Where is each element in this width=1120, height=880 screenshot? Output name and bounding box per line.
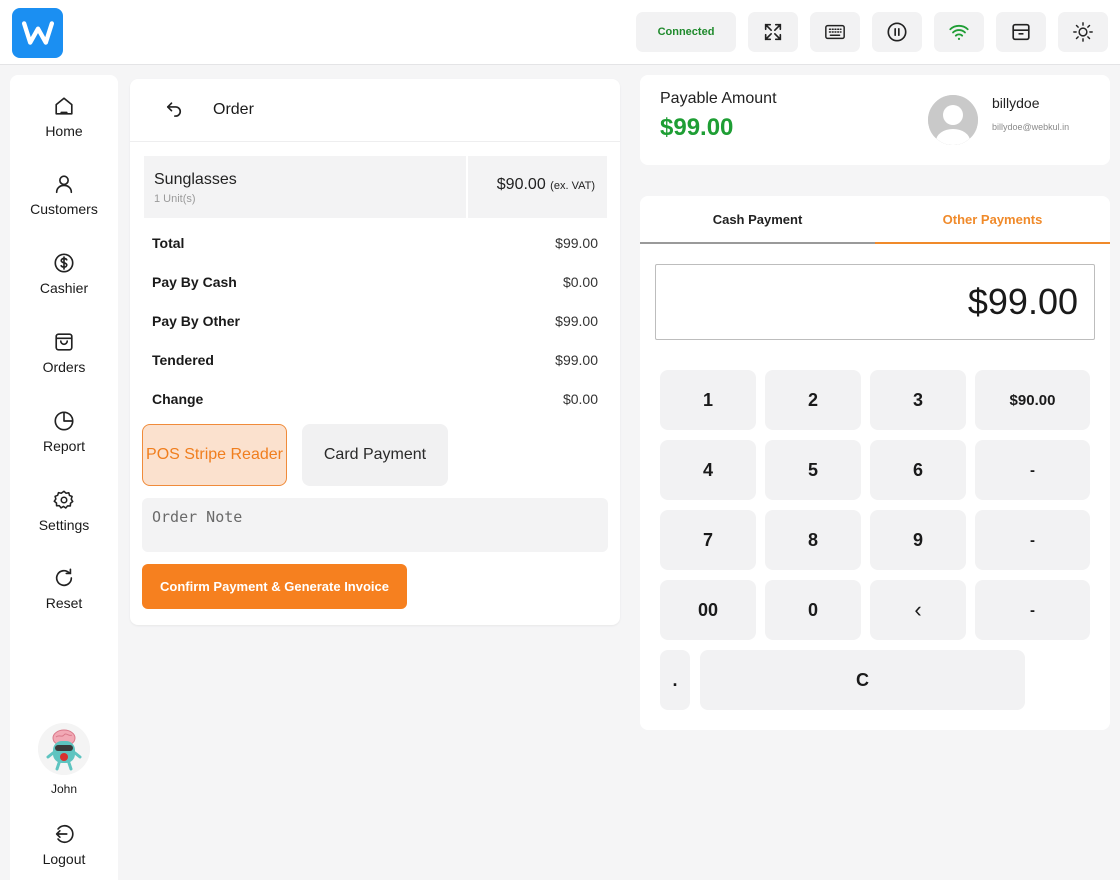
item-vat-note: (ex. VAT) [550, 180, 595, 192]
keyboard-button[interactable] [810, 12, 860, 52]
summary-pay-by-other-value: $99.00 [555, 313, 598, 329]
sidebar-item-label: Cashier [39, 280, 89, 296]
gear-icon [53, 490, 74, 509]
payment-amount-input[interactable] [655, 264, 1095, 340]
item-divider [466, 156, 468, 218]
home-icon [55, 97, 73, 115]
refresh-icon [55, 568, 73, 587]
order-item-row[interactable]: Sunglasses 1 Unit(s) $90.00 (ex. VAT) [144, 156, 607, 218]
sidebar-item-label: Home [45, 123, 83, 139]
tab-cash-payment[interactable]: Cash Payment [640, 196, 875, 244]
sidebar-item-label: Reset [45, 595, 83, 611]
sidebar-item-label: Orders [42, 359, 86, 375]
sidebar-item-cashier[interactable]: Cashier [10, 252, 118, 312]
sidebar-item-orders[interactable]: Orders [10, 331, 118, 391]
sidebar-item-report[interactable]: Report [10, 410, 118, 470]
sidebar-item-reset[interactable]: Reset [10, 567, 118, 627]
top-bar: Connected [0, 0, 1120, 65]
fullscreen-button[interactable] [748, 12, 798, 52]
item-price: $90.00 (ex. VAT) [497, 176, 595, 194]
wifi-icon [949, 24, 969, 40]
summary-total-label: Total [152, 235, 185, 251]
user-placeholder-icon [928, 95, 978, 145]
keypad-key-1[interactable]: 1 [660, 370, 756, 430]
sidebar: Home Customers Cashier Orders Report Set… [10, 75, 118, 880]
user-avatar[interactable] [38, 723, 90, 775]
payable-card: Payable Amount $99.00 billydoe billydoe@… [640, 75, 1110, 165]
bag-icon [55, 333, 73, 351]
keypad-key-00[interactable]: 00 [660, 580, 756, 640]
customer-avatar [928, 95, 978, 145]
keyboard-icon [825, 24, 845, 40]
keypad-dash-key[interactable]: - [975, 580, 1090, 640]
keypad-key-9[interactable]: 9 [870, 510, 966, 570]
customer-email: billydoe@webkul.in [992, 122, 1070, 132]
payment-card: Cash Payment Other Payments 1 2 3 $90.00… [640, 196, 1110, 730]
keypad-key-7[interactable]: 7 [660, 510, 756, 570]
pie-chart-icon [54, 411, 74, 431]
keypad-clear-key[interactable]: C [700, 650, 1025, 710]
sidebar-item-label: Settings [38, 517, 90, 533]
user-name: John [50, 782, 78, 796]
back-arrow-icon[interactable] [164, 99, 184, 119]
keypad-key-3[interactable]: 3 [870, 370, 966, 430]
wifi-button[interactable] [934, 12, 984, 52]
pause-button[interactable] [872, 12, 922, 52]
logout-button[interactable]: Logout [10, 823, 118, 880]
keypad-key-2[interactable]: 2 [765, 370, 861, 430]
avatar-illustration-icon [38, 723, 90, 775]
sun-icon [1073, 22, 1093, 42]
connection-status-badge: Connected [636, 12, 736, 52]
sidebar-item-home[interactable]: Home [10, 95, 118, 155]
sidebar-item-label: Report [42, 438, 86, 454]
order-note-input[interactable] [142, 498, 608, 552]
keypad-backspace-key[interactable]: ‹ [870, 580, 966, 640]
cash-drawer-button[interactable] [996, 12, 1046, 52]
keypad-decimal-key[interactable]: . [660, 650, 690, 710]
keypad-dash-key[interactable]: - [975, 440, 1090, 500]
keypad-key-8[interactable]: 8 [765, 510, 861, 570]
keypad-key-0[interactable]: 0 [765, 580, 861, 640]
payable-label: Payable Amount [660, 90, 777, 107]
keypad-quick-amount[interactable]: $90.00 [975, 370, 1090, 430]
summary-tendered-label: Tendered [152, 352, 214, 368]
summary-pay-by-cash-label: Pay By Cash [152, 274, 237, 290]
pos-stripe-reader-button[interactable]: POS Stripe Reader [142, 424, 287, 486]
dollar-icon [54, 253, 74, 273]
order-header: Order [130, 79, 620, 142]
card-payment-button[interactable]: Card Payment [302, 424, 448, 486]
sidebar-item-label: Customers [30, 201, 98, 217]
order-title: Order [213, 101, 254, 118]
order-panel: Order Sunglasses 1 Unit(s) $90.00 (ex. V… [130, 79, 620, 625]
user-icon [55, 175, 73, 194]
app-logo-icon[interactable] [12, 8, 63, 58]
keypad-key-4[interactable]: 4 [660, 440, 756, 500]
summary-pay-by-cash-value: $0.00 [562, 274, 598, 290]
theme-toggle-button[interactable] [1058, 12, 1108, 52]
keypad-key-6[interactable]: 6 [870, 440, 966, 500]
summary-pay-by-other-label: Pay By Other [152, 313, 240, 329]
logout-label: Logout [42, 851, 86, 867]
customer-name: billydoe [992, 95, 1040, 111]
payable-amount: $99.00 [660, 114, 734, 141]
summary-change-label: Change [152, 391, 204, 407]
item-units: 1 Unit(s) [154, 193, 196, 205]
summary-change-value: $0.00 [562, 391, 598, 407]
keypad-dash-key[interactable]: - [975, 510, 1090, 570]
tab-other-payments[interactable]: Other Payments [875, 196, 1110, 244]
drawer-icon [1012, 23, 1030, 41]
sidebar-item-settings[interactable]: Settings [10, 489, 118, 549]
summary-tendered-value: $99.00 [555, 352, 598, 368]
item-name: Sunglasses [154, 171, 237, 188]
pause-icon [887, 22, 907, 42]
expand-icon [764, 23, 782, 41]
logout-icon [55, 824, 74, 844]
summary-total-value: $99.00 [555, 235, 598, 251]
confirm-payment-button[interactable]: Confirm Payment & Generate Invoice [142, 564, 407, 609]
sidebar-item-customers[interactable]: Customers [10, 173, 118, 233]
keypad-key-5[interactable]: 5 [765, 440, 861, 500]
item-price-value: $90.00 [496, 176, 546, 193]
